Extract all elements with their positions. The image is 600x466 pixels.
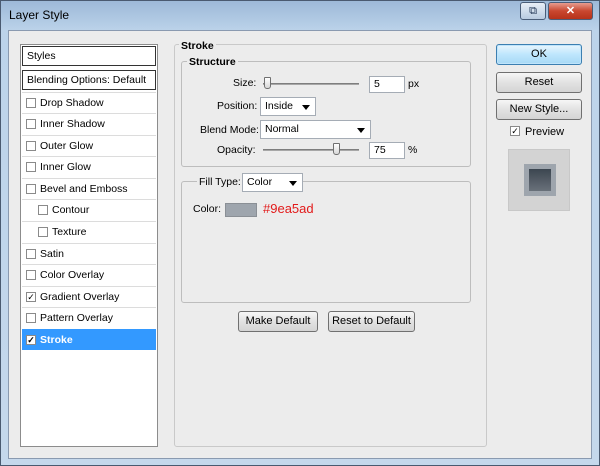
outer-glow-checkbox[interactable] bbox=[26, 141, 36, 151]
make-default-button[interactable]: Make Default bbox=[238, 311, 318, 332]
pattern-overlay-checkbox[interactable] bbox=[26, 313, 36, 323]
chevron-down-icon bbox=[302, 105, 310, 110]
size-slider-track[interactable] bbox=[263, 83, 359, 85]
drop-shadow-checkbox[interactable] bbox=[26, 98, 36, 108]
styles-list: Styles Blending Options: Default Drop Sh… bbox=[20, 44, 158, 447]
reset-button[interactable]: Reset bbox=[496, 72, 582, 93]
size-slider-thumb[interactable] bbox=[264, 77, 271, 89]
layer-style-window: Layer Style ⧉ ✕ Styles Blending Options:… bbox=[0, 0, 600, 466]
color-hex-annotation: #9ea5ad bbox=[263, 201, 314, 216]
inner-glow-checkbox[interactable] bbox=[26, 162, 36, 172]
help-icon[interactable]: ⧉ bbox=[520, 2, 546, 20]
size-label: Size: bbox=[233, 77, 257, 89]
style-item-outer-glow[interactable]: Outer Glow bbox=[22, 135, 156, 156]
style-item-inner-shadow[interactable]: Inner Shadow bbox=[22, 113, 156, 134]
position-label: Position: bbox=[217, 100, 258, 112]
chevron-down-icon bbox=[289, 181, 297, 186]
size-unit: px bbox=[408, 78, 420, 90]
style-item-pattern-overlay[interactable]: Pattern Overlay bbox=[22, 307, 156, 328]
color-overlay-checkbox[interactable] bbox=[26, 270, 36, 280]
chevron-down-icon bbox=[357, 128, 365, 133]
style-item-inner-glow[interactable]: Inner Glow bbox=[22, 156, 156, 177]
style-item-stroke[interactable]: ✓ Stroke bbox=[22, 329, 156, 350]
texture-checkbox[interactable] bbox=[38, 227, 48, 237]
style-item-gradient-overlay[interactable]: ✓ Gradient Overlay bbox=[22, 286, 156, 307]
style-item-texture[interactable]: Texture bbox=[22, 221, 156, 242]
preview-checkbox[interactable]: ✓ bbox=[510, 126, 520, 136]
structure-title: Structure bbox=[187, 56, 238, 68]
opacity-unit: % bbox=[408, 144, 418, 156]
styles-header[interactable]: Styles bbox=[22, 46, 156, 66]
dialog-body: Styles Blending Options: Default Drop Sh… bbox=[8, 30, 592, 459]
style-item-color-overlay[interactable]: Color Overlay bbox=[22, 264, 156, 285]
opacity-label: Opacity: bbox=[217, 144, 256, 156]
opacity-slider-thumb[interactable] bbox=[333, 143, 340, 155]
preview-fill bbox=[529, 169, 551, 191]
style-item-satin[interactable]: Satin bbox=[22, 243, 156, 264]
close-button[interactable]: ✕ bbox=[548, 2, 593, 20]
opacity-input[interactable]: 75 bbox=[369, 142, 405, 159]
titlebar: Layer Style ⧉ ✕ bbox=[1, 1, 599, 30]
fill-type-select[interactable]: Color bbox=[242, 173, 303, 192]
blend-mode-select[interactable]: Normal bbox=[260, 120, 371, 139]
gradient-overlay-checkbox[interactable]: ✓ bbox=[26, 292, 36, 302]
fill-type-label: Fill Type: bbox=[197, 176, 243, 188]
style-preview-thumbnail bbox=[508, 149, 570, 211]
stroke-checkbox[interactable]: ✓ bbox=[26, 335, 36, 345]
inner-shadow-checkbox[interactable] bbox=[26, 119, 36, 129]
preview-label: Preview bbox=[525, 126, 565, 138]
style-item-drop-shadow[interactable]: Drop Shadow bbox=[22, 92, 156, 113]
blend-mode-label: Blend Mode: bbox=[200, 124, 259, 136]
color-label: Color: bbox=[193, 203, 222, 215]
opacity-slider-track[interactable] bbox=[263, 149, 359, 151]
style-item-contour[interactable]: Contour bbox=[22, 199, 156, 220]
satin-checkbox[interactable] bbox=[26, 249, 36, 259]
fill-type-group bbox=[181, 181, 471, 303]
size-input[interactable]: 5 bbox=[369, 76, 405, 93]
window-title: Layer Style bbox=[9, 8, 70, 22]
style-item-bevel-emboss[interactable]: Bevel and Emboss bbox=[22, 178, 156, 199]
bevel-emboss-checkbox[interactable] bbox=[26, 184, 36, 194]
ok-button[interactable]: OK bbox=[496, 44, 582, 65]
position-select[interactable]: Inside bbox=[260, 97, 316, 116]
blending-options-item[interactable]: Blending Options: Default bbox=[22, 70, 156, 90]
reset-to-default-button[interactable]: Reset to Default bbox=[328, 311, 415, 332]
stroke-section-title: Stroke bbox=[179, 40, 216, 52]
stroke-color-swatch[interactable] bbox=[225, 203, 257, 217]
new-style-button[interactable]: New Style... bbox=[496, 99, 582, 120]
contour-checkbox[interactable] bbox=[38, 205, 48, 215]
